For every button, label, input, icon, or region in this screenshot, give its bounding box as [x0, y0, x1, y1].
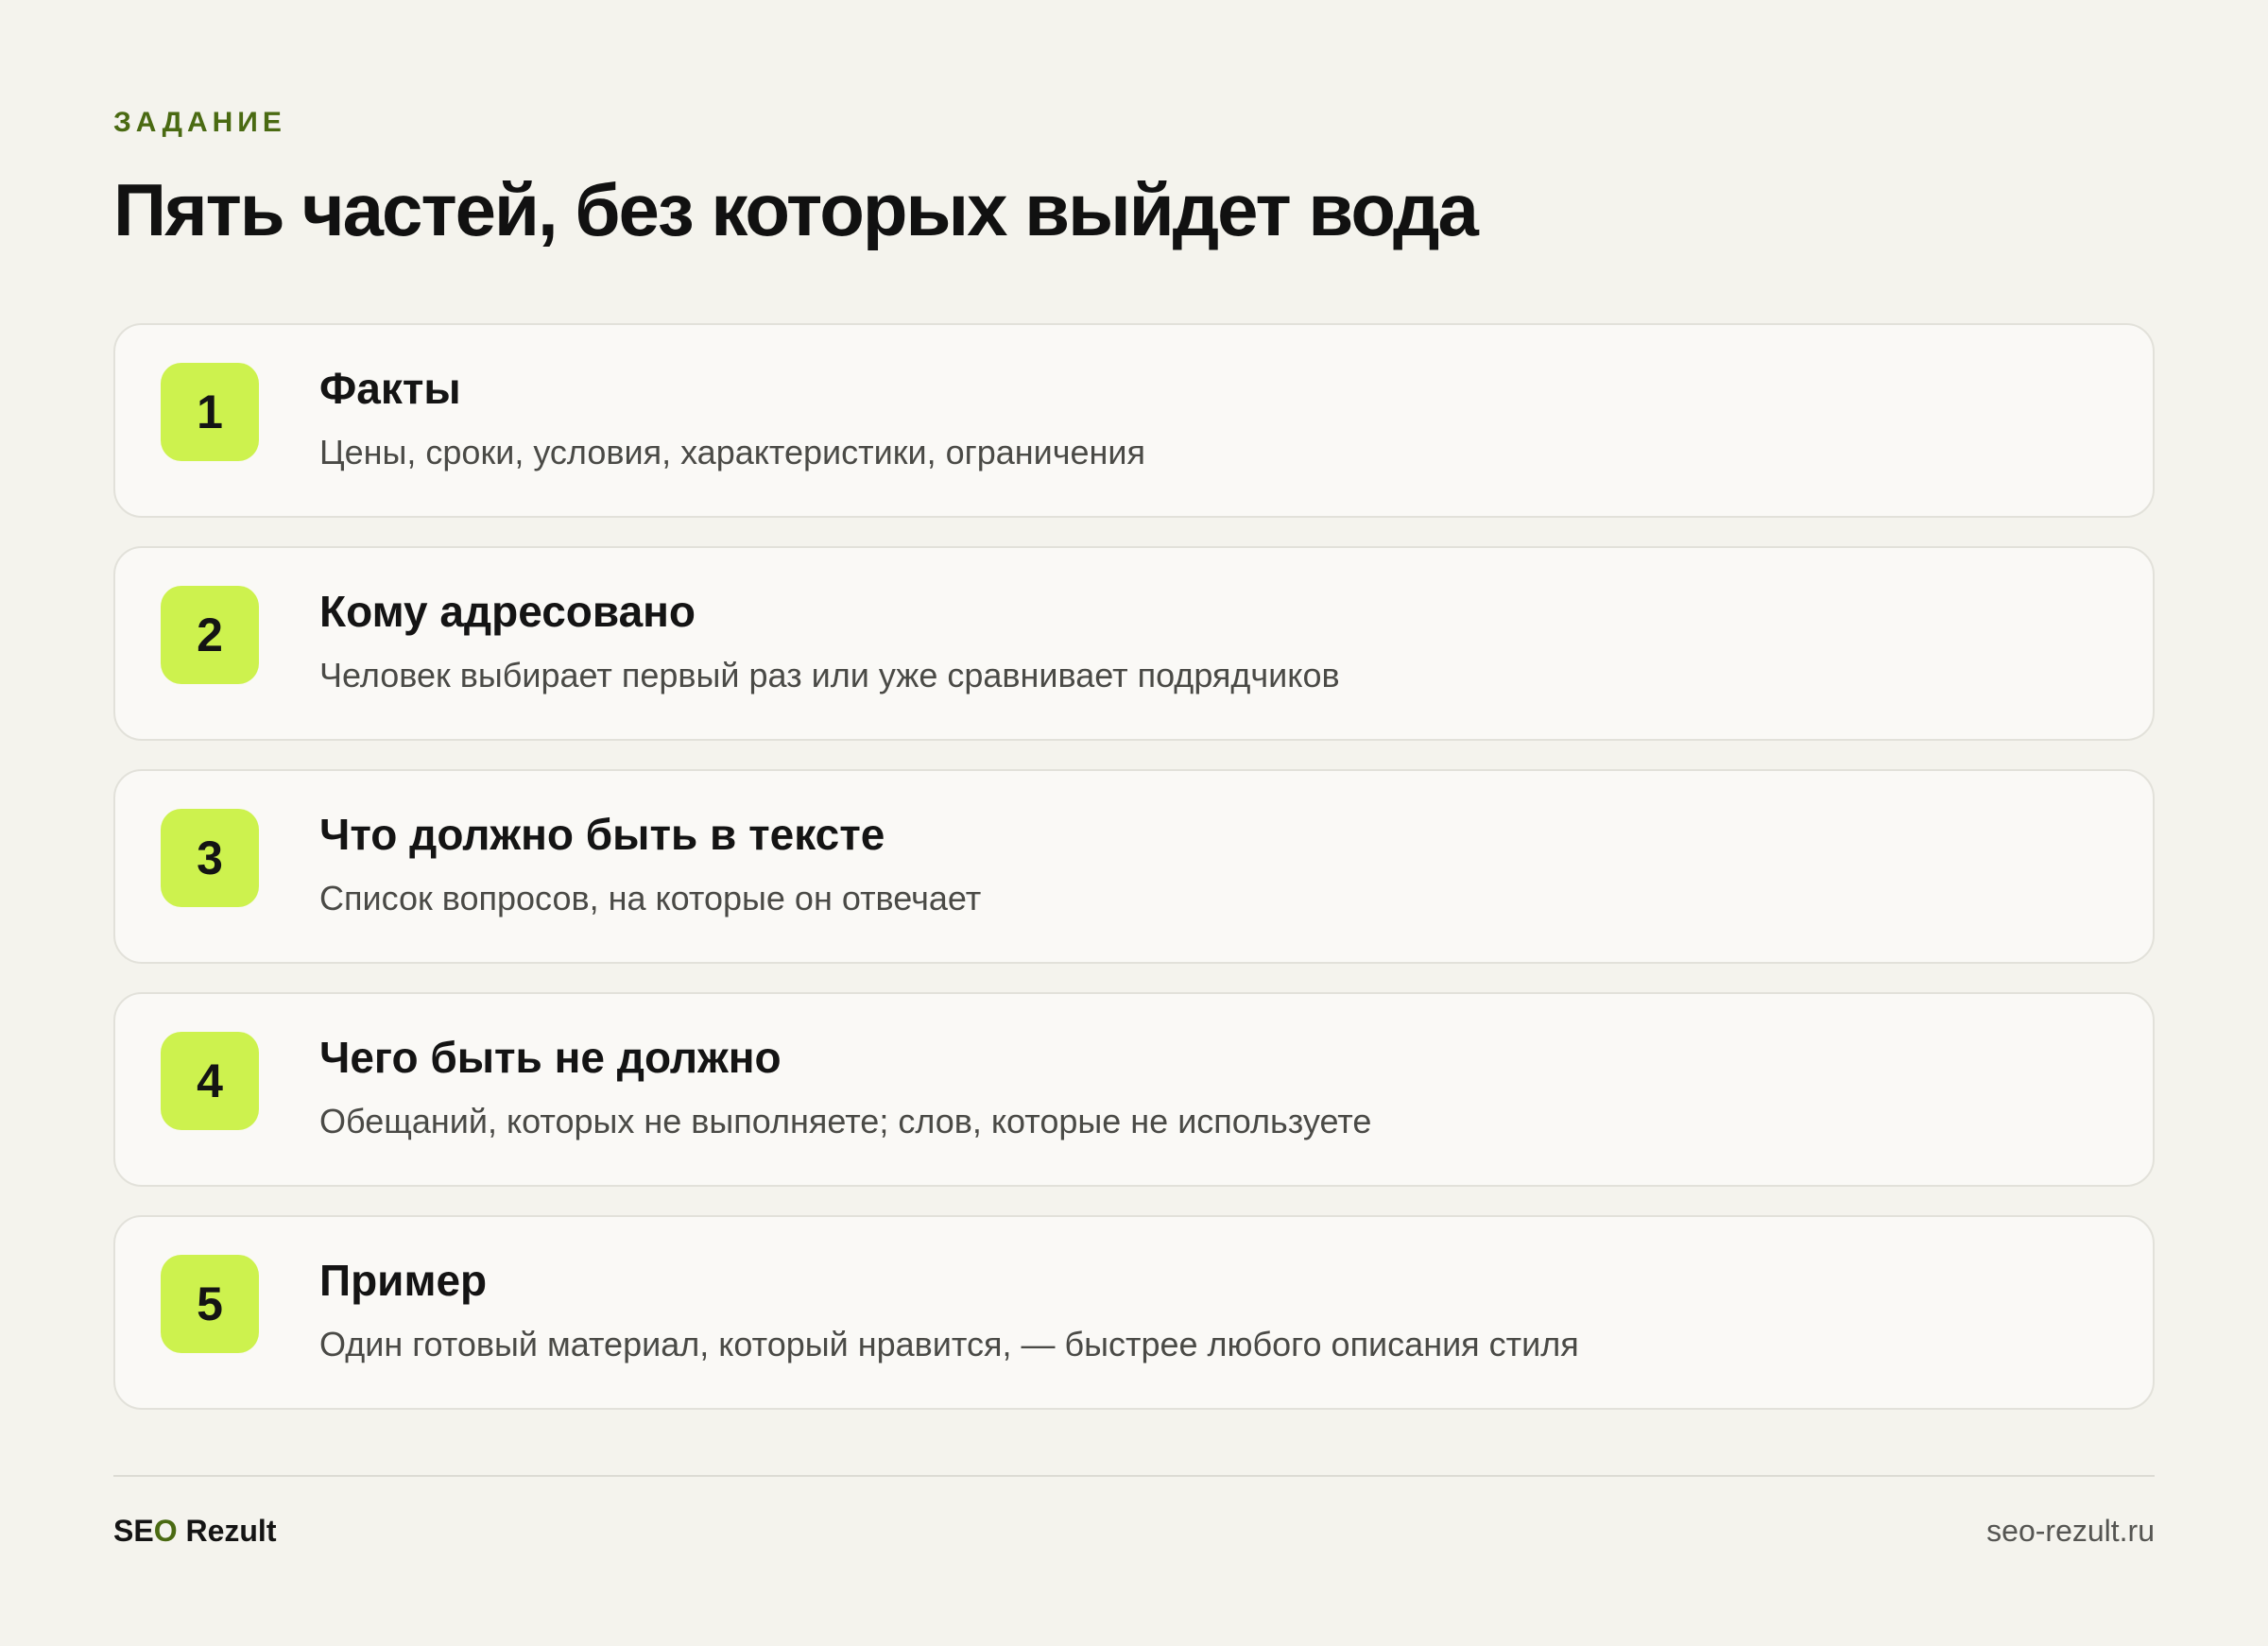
site-url[interactable]: seo-rezult.ru: [1986, 1512, 2155, 1550]
item-number-badge: 5: [161, 1255, 259, 1353]
item-title: Чего быть не должно: [319, 1033, 782, 1082]
brand-text-accent: O: [153, 1514, 178, 1548]
item-description: Человек выбирает первый раз или уже срав…: [319, 656, 1340, 694]
item-number-badge: 2: [161, 586, 259, 684]
item-description: Список вопросов, на которые он отвечает: [319, 879, 982, 917]
brand-text-part2: Rezult: [177, 1514, 277, 1548]
page: ЗАДАНИЕ Пять частей, без которых выйдет …: [113, 0, 2155, 1646]
item-title: Что должно быть в тексте: [319, 810, 885, 859]
brand-logo: SEO Rezult: [113, 1512, 276, 1550]
page-title: Пять частей, без которых выйдет вода: [113, 168, 1479, 251]
item-number-badge: 3: [161, 809, 259, 907]
item-description: Цены, сроки, условия, характеристики, ог…: [319, 433, 1146, 472]
brand-text-part1: SE: [113, 1514, 154, 1548]
item-title: Пример: [319, 1256, 488, 1305]
items-list: 1 Факты Цены, сроки, условия, характерис…: [113, 323, 2155, 1438]
list-item: 4 Чего быть не должно Обещаний, которых …: [113, 992, 2155, 1187]
item-description: Один готовый материал, который нравится,…: [319, 1325, 1579, 1363]
item-title: Факты: [319, 364, 461, 413]
list-item: 2 Кому адресовано Человек выбирает первы…: [113, 546, 2155, 741]
item-number-badge: 4: [161, 1032, 259, 1130]
footer-divider: [113, 1475, 2155, 1477]
item-description: Обещаний, которых не выполняете; слов, к…: [319, 1102, 1372, 1140]
eyebrow-label: ЗАДАНИЕ: [113, 107, 286, 138]
item-title: Кому адресовано: [319, 587, 696, 636]
list-item: 5 Пример Один готовый материал, который …: [113, 1215, 2155, 1410]
item-number-badge: 1: [161, 363, 259, 461]
list-item: 3 Что должно быть в тексте Список вопрос…: [113, 769, 2155, 964]
list-item: 1 Факты Цены, сроки, условия, характерис…: [113, 323, 2155, 518]
